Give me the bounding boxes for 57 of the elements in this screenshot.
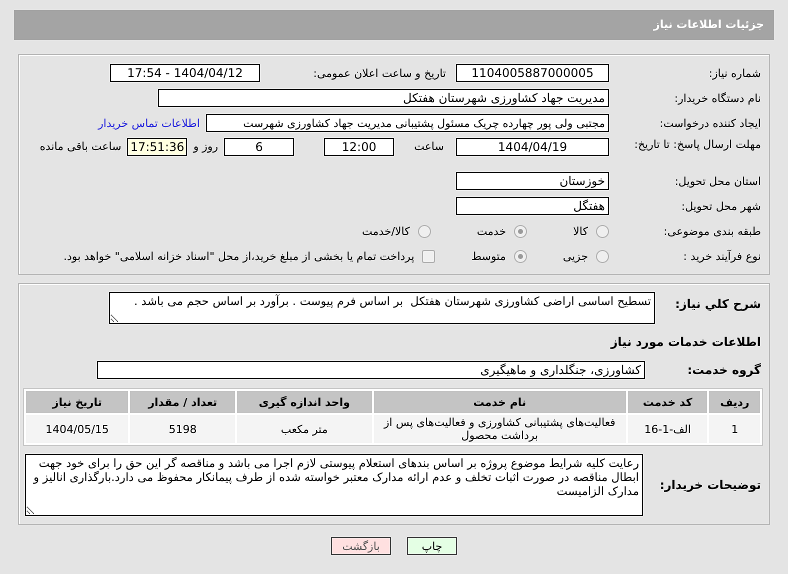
field-label: تاریخ و ساعت اعلان عمومی: [312, 66, 446, 80]
creator-field: مجتبی ولی پور چهارده چریک مسئول پشتیبانی مدیریت جهاد کشاورزی شهرست [206, 114, 609, 132]
field-label: طبقه بندی موضوعی: [662, 224, 761, 238]
field-label: روز و [193, 140, 218, 153]
announce-date-field: 1404/04/12 - 17:54 [110, 64, 260, 82]
payment-note: پرداخت تمام یا بخشی از مبلغ خرید،از محل "اسناد خزانه اسلامی" خواهد بود. [64, 250, 414, 262]
remaining-time-field: 17:51:36 [127, 138, 188, 156]
checkbox[interactable] [422, 250, 436, 262]
field-label: شهر محل تحویل: [680, 200, 761, 212]
radio-button[interactable] [596, 250, 609, 262]
radio-button[interactable] [418, 224, 431, 238]
province-field: خوزستان [456, 172, 609, 190]
field-label: توضیحات خریدار: [658, 478, 761, 492]
field-label: مهلت ارسال پاسخ: تا تاریخ: [633, 138, 761, 151]
table-cell: فعالیت‌های پشتیبانی کشاورزی و فعالیت‌های پس از برداشت محصول [374, 415, 626, 443]
service-group-field: کشاورزی، جنگلداری و ماهیگیری [97, 361, 645, 379]
field-label: ایجاد کننده درخواست: [658, 116, 761, 130]
column-header: تاریخ نیاز [26, 391, 128, 413]
column-header: ردیف [709, 391, 760, 413]
radio-label: کالا/خدمت [362, 224, 410, 238]
days-field: 6 [224, 138, 294, 156]
page-header: جزئیات اطلاعات نیاز [14, 10, 774, 40]
radio-label: خدمت [476, 224, 506, 238]
buyer-field: مدیریت جهاد کشاورزی شهرستان هفتکل [158, 89, 609, 107]
column-header: واحد اندازه گیری [236, 391, 372, 413]
table-cell: 1 [709, 415, 760, 443]
table-cell: متر مکعب [236, 415, 372, 443]
buyer-notes-field[interactable]: رعایت کلیه شرایط موضوع پروژه بر اساس بندهای استعلام پیوستی لازم اجرا می باشد و مناقصه گر این حق را برای خود جهت ابطال مناقصه در صورت اثبات تخلف و عدم ارائه مدارک معتبر خواسته شده از طرف پیمانکار محفوظ می دارد.بارگذاری انالیز و مدارک الزامیست [25, 454, 643, 516]
deadline-time-field: 12:00 [324, 138, 394, 156]
buyer-contact-link[interactable]: اطلاعات تماس خریدار [98, 116, 200, 130]
radio-button[interactable] [514, 250, 527, 262]
table-cell: 1404/05/15 [26, 415, 128, 443]
table-cell: الف-1-16 [628, 415, 708, 443]
city-field: هفتگل [456, 197, 609, 215]
deadline-date-field: 1404/04/19 [456, 138, 609, 156]
field-label: ساعت باقی مانده [40, 140, 122, 153]
radio-button[interactable] [596, 224, 609, 238]
need-number-field: 1104005887000005 [456, 64, 609, 82]
column-header: نام خدمت [374, 391, 626, 413]
field-label: شرح کلي نياز: [674, 298, 761, 311]
radio-button[interactable] [514, 224, 528, 238]
section-heading: اطلاعات خدمات مورد نیاز [610, 335, 761, 349]
field-label: ساعت [414, 140, 444, 153]
radio-label: جزیی [562, 250, 588, 262]
field-label: نام دستگاه خریدار: [673, 92, 761, 104]
field-label: شماره نیاز: [708, 66, 761, 80]
radio-label: کالا [573, 224, 588, 238]
field-label: نوع فرآیند خرید : [682, 250, 761, 262]
column-header: تعداد / مقدار [130, 391, 235, 413]
radio-label: متوسط [471, 250, 506, 262]
field-label: گروه خدمت: [686, 364, 761, 376]
print-button[interactable]: چاپ [407, 537, 457, 555]
back-button[interactable]: بازگشت [331, 537, 391, 555]
column-header: کد خدمت [628, 391, 708, 413]
field-label: استان محل تحویل: [674, 174, 761, 188]
table-cell: 5198 [130, 415, 235, 443]
description-field[interactable]: تسطیح اساسی اراضی کشاورزی شهرستان هفتکل بر اساس فرم پیوست . برآورد بر اساس حجم می باشد . [109, 292, 655, 324]
